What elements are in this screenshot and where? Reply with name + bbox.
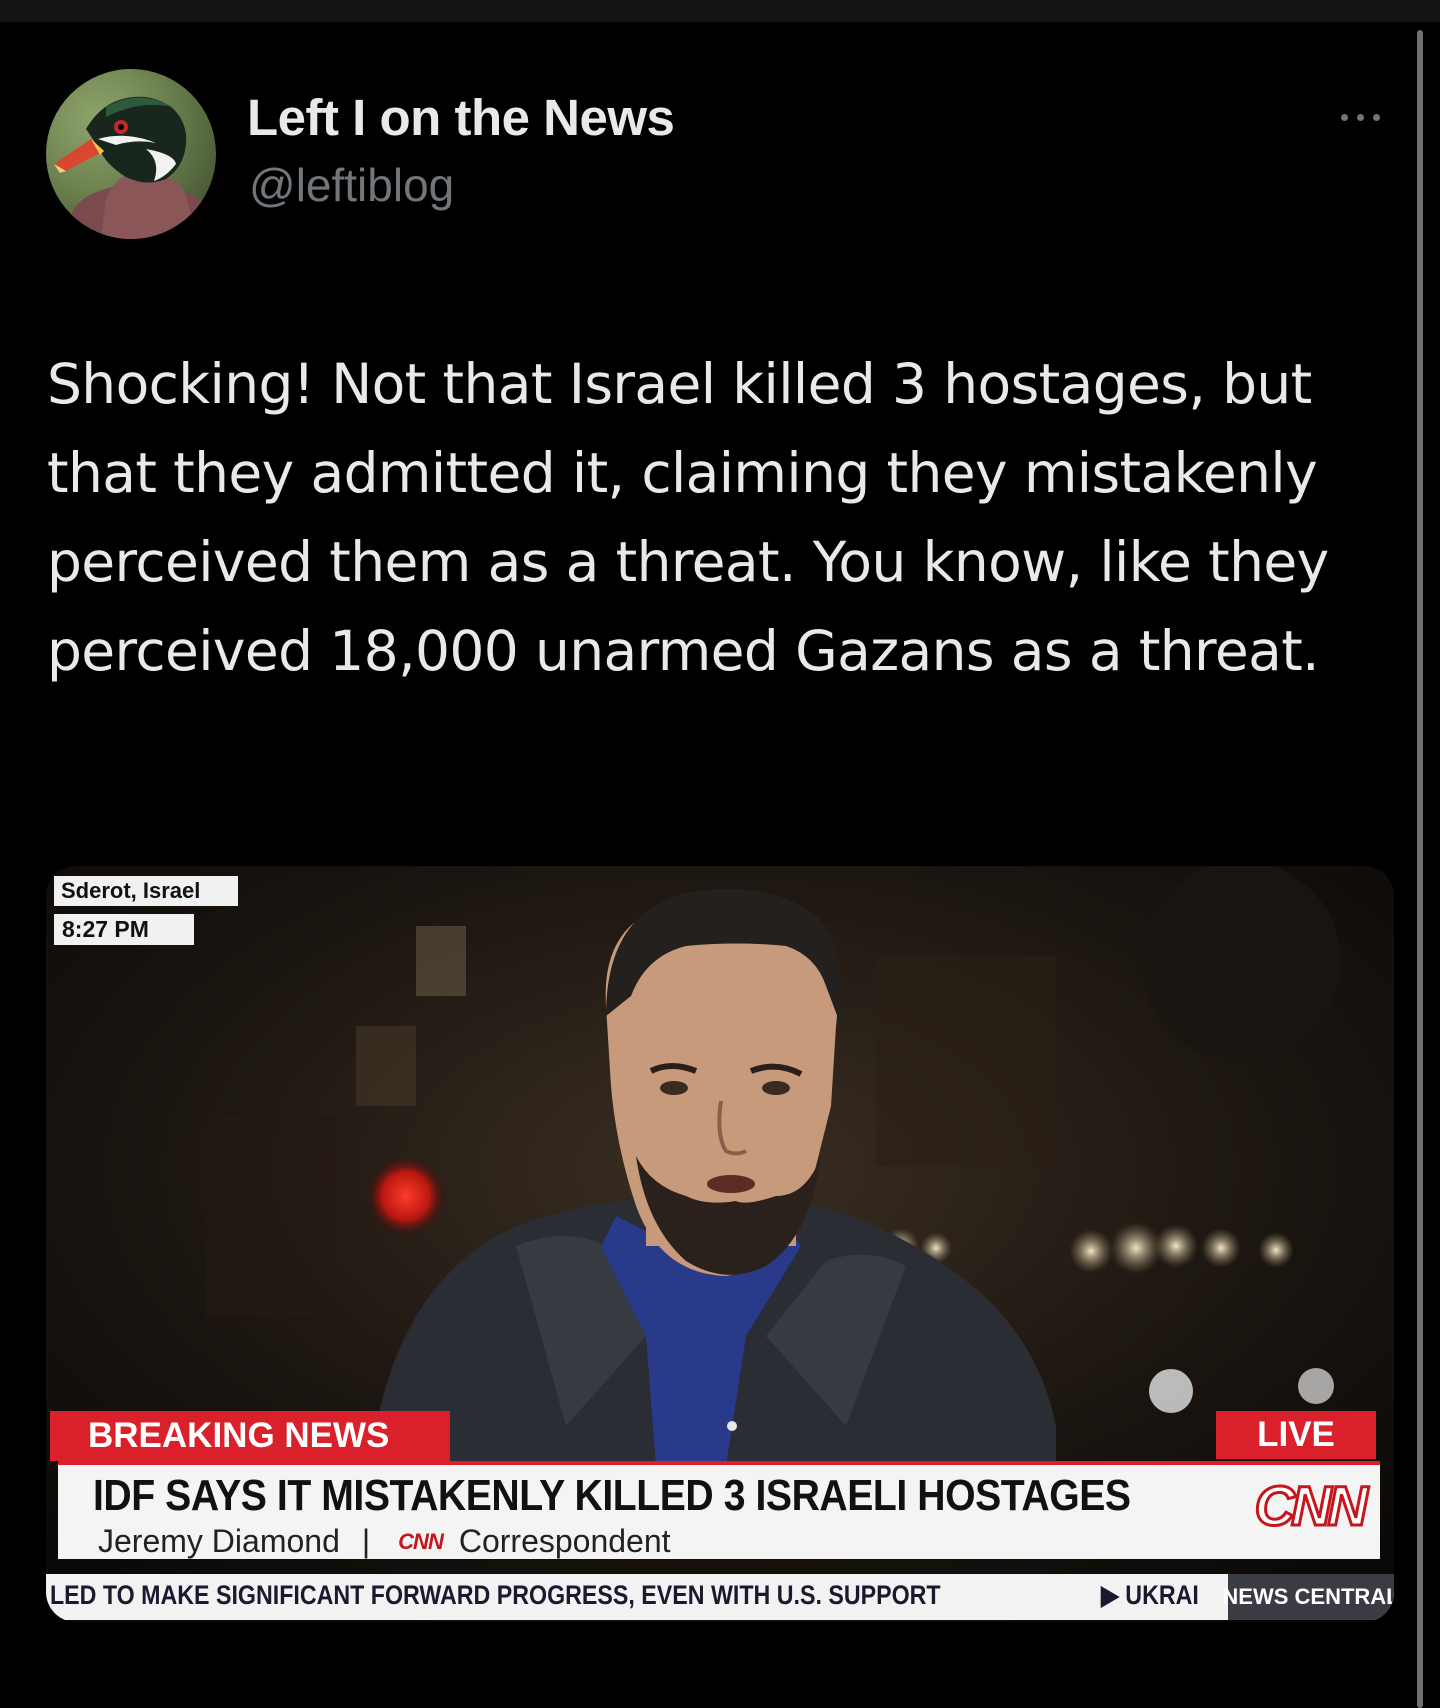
time-label: 8:27 PM (54, 914, 194, 945)
more-options-icon[interactable] (1330, 102, 1390, 132)
user-handle[interactable]: @leftiblog (249, 158, 454, 212)
reporter-byline: Jeremy Diamond | CNN Correspondent (98, 1523, 671, 1560)
dot (1372, 113, 1380, 121)
scrollbar-thumb[interactable] (1417, 30, 1423, 1708)
tweet-media-image[interactable]: Sderot, Israel 8:27 PM BREAKING NEWS LIV… (46, 866, 1394, 1622)
dot (1340, 113, 1348, 121)
live-badge: LIVE (1216, 1411, 1376, 1459)
news-headline: IDF SAYS IT MISTAKENLY KILLED 3 ISRAELI … (93, 1471, 1131, 1520)
top-bar (0, 0, 1440, 22)
cnn-mini-logo: CNN (398, 1529, 444, 1554)
reporter-title: Correspondent (458, 1523, 671, 1559)
lower-third-banner: IDF SAYS IT MISTAKENLY KILLED 3 ISRAELI … (58, 1461, 1380, 1559)
tweet-text: Shocking! Not that Israel killed 3 hosta… (47, 352, 1329, 683)
ticker-brand: NEWS CENTRAL (1222, 1574, 1394, 1620)
ticker-text: LED TO MAKE SIGNIFICANT FORWARD PROGRESS… (50, 1580, 941, 1610)
scrollbar[interactable] (1414, 30, 1426, 1708)
display-name[interactable]: Left I on the News (247, 88, 675, 147)
ticker-next-story: ▶ UKRAI (1101, 1580, 1199, 1610)
news-ticker: LED TO MAKE SIGNIFICANT FORWARD PROGRESS… (46, 1574, 1394, 1620)
reporter-name: Jeremy Diamond (98, 1523, 340, 1559)
dot (1356, 113, 1364, 121)
cnn-logo: CNN (1253, 1473, 1369, 1539)
location-label: Sderot, Israel (54, 876, 238, 906)
breaking-news-tab: BREAKING NEWS (50, 1411, 450, 1461)
location-overlay: Sderot, Israel 8:27 PM (54, 876, 238, 945)
wood-duck-avatar[interactable] (46, 69, 216, 239)
byline-separator: | (361, 1523, 371, 1559)
